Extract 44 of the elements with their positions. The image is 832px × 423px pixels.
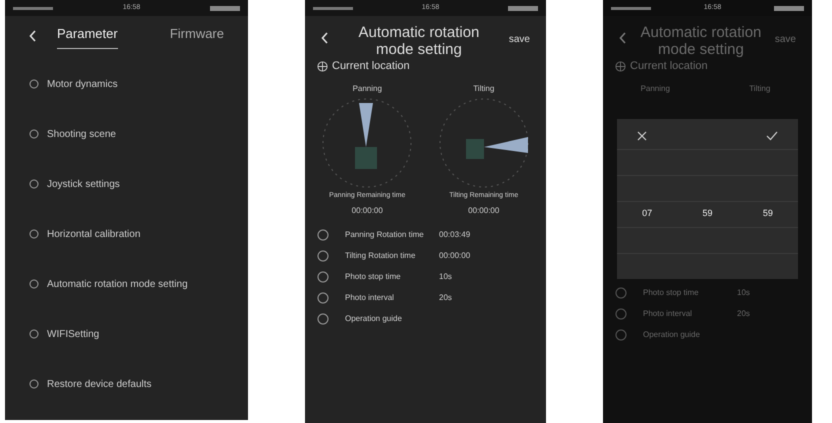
setting-label: Photo stop time — [643, 286, 700, 298]
menu-item-label: Restore device defaults — [47, 378, 152, 392]
setting-label: Panning Rotation time — [345, 229, 425, 241]
menu-item-label: Motor dynamics — [47, 78, 118, 92]
remaining-time-value: 00:00:00 — [468, 205, 500, 217]
setting-label: Operation guide — [643, 328, 701, 340]
setting-label: Tilting Rotation time — [345, 250, 416, 262]
current-location-label: Current location — [630, 59, 708, 74]
check-icon[interactable] — [766, 130, 778, 140]
setting-label: Photo stop time — [345, 271, 402, 283]
menu-item-label: Automatic rotation mode setting — [47, 278, 188, 292]
tab[interactable]: Parameter — [57, 24, 118, 48]
menu-item[interactable]: Horizontal calibration — [29, 226, 224, 242]
tab[interactable]: Firmware — [170, 24, 224, 48]
screen-title: Automatic rotation mode setting — [639, 24, 762, 58]
close-icon[interactable] — [637, 130, 647, 140]
setting-value[interactable]: 20s — [439, 292, 452, 304]
dial-label: Panning — [640, 82, 671, 94]
screen-title: Automatic rotation mode setting — [357, 24, 480, 58]
picker-value[interactable]: 59 — [738, 207, 798, 221]
menu-item[interactable]: WIFISetting — [29, 326, 224, 342]
menu-item-label: Shooting scene — [47, 128, 116, 142]
picker-value[interactable]: 59 — [677, 207, 738, 221]
menu-item[interactable]: Joystick settings — [29, 176, 224, 192]
remaining-time-value: 00:00:00 — [352, 205, 383, 217]
setting-value[interactable]: 00:00:00 — [439, 250, 470, 262]
dial-label: Tilting — [748, 82, 772, 94]
menu-item-label: Horizontal calibration — [47, 228, 140, 242]
setting-label: Photo interval — [345, 292, 395, 304]
picker-value[interactable]: 07 — [617, 207, 678, 221]
menu-item-label: WIFISetting — [47, 328, 100, 342]
menu-item[interactable]: Automatic rotation mode setting — [29, 276, 224, 292]
menu-item[interactable]: Motor dynamics — [29, 76, 224, 92]
dial-label: Panning — [352, 82, 382, 94]
dial-label: Tilting — [473, 82, 494, 94]
setting-label: Photo interval — [643, 308, 693, 320]
setting-label: Operation guide — [345, 313, 403, 325]
menu-item-label: Joystick settings — [47, 178, 120, 192]
save-button[interactable]: save — [508, 24, 530, 47]
current-location-label: Current location — [332, 59, 410, 74]
menu-item[interactable]: Shooting scene — [29, 126, 224, 142]
setting-value[interactable]: 10s — [439, 271, 452, 283]
setting-value[interactable]: 00:03:49 — [439, 229, 470, 241]
menu-item[interactable]: Restore device defaults — [29, 376, 224, 392]
